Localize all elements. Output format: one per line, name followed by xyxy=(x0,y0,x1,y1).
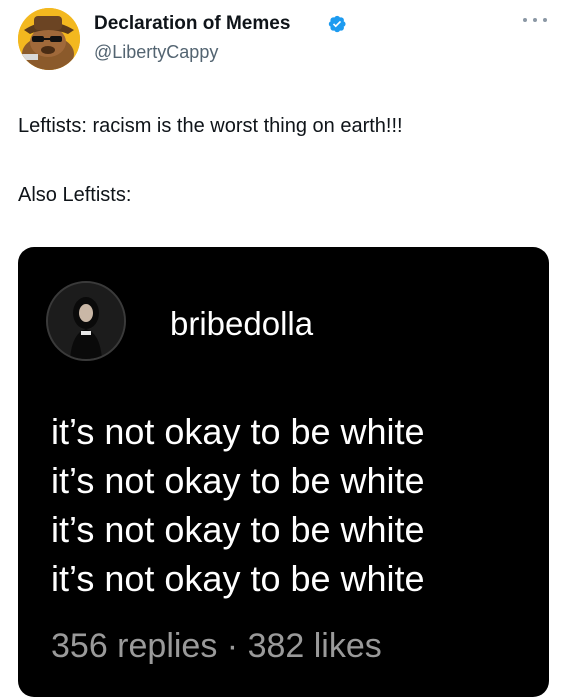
embedded-post-line: it’s not okay to be white xyxy=(51,411,425,452)
more-dot xyxy=(543,18,547,22)
tweet-text-line-1: Leftists: racism is the worst thing on e… xyxy=(18,115,403,137)
more-dot xyxy=(523,18,527,22)
tweet-author-avatar[interactable] xyxy=(18,8,80,70)
stats-separator: · xyxy=(217,627,248,665)
more-options-icon[interactable] xyxy=(523,16,547,24)
embedded-post-line: it’s not okay to be white xyxy=(51,460,425,501)
author-display-name[interactable]: Declaration of Memes xyxy=(94,13,290,35)
tweet-text-line-2: Also Leftists: xyxy=(18,184,132,206)
author-handle[interactable]: @LibertyCappy xyxy=(94,42,218,63)
embedded-post-text: it’s not okay to be white it’s not okay … xyxy=(51,407,425,603)
embedded-user-avatar xyxy=(46,281,126,361)
person-photo-icon xyxy=(48,283,124,359)
more-dot xyxy=(533,18,537,22)
embedded-post-line: it’s not okay to be white xyxy=(51,558,425,599)
replies-count: 356 replies xyxy=(51,627,218,665)
embedded-username: bribedolla xyxy=(170,305,314,342)
verified-badge-icon xyxy=(328,15,346,33)
embedded-post-stats: 356 replies · 382 likes xyxy=(51,627,382,666)
embedded-post-line: it’s not okay to be white xyxy=(51,509,425,550)
embedded-post-image[interactable]: bribedolla it’s not okay to be white it’… xyxy=(18,247,549,697)
likes-count: 382 likes xyxy=(247,627,382,665)
capybara-cowboy-avatar-icon xyxy=(18,8,80,70)
